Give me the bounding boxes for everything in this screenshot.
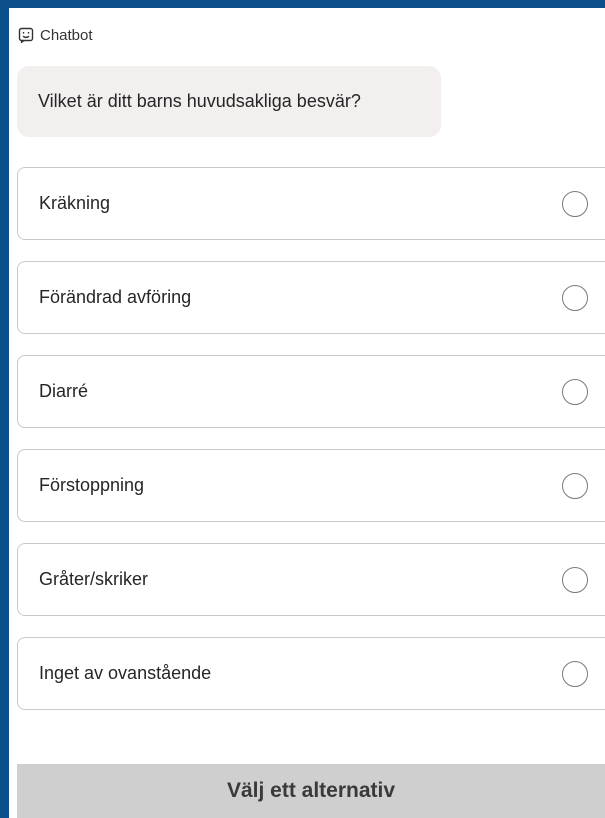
radio-button[interactable] xyxy=(562,378,588,405)
window-top-border xyxy=(0,0,605,8)
answer-options-list: Kräkning Förändrad avföring Diarré Först… xyxy=(17,167,605,731)
option-grater-skriker[interactable]: Gråter/skriker xyxy=(17,543,605,616)
chatbot-face-icon xyxy=(18,27,34,43)
option-label: Förändrad avföring xyxy=(39,287,192,307)
radio-button[interactable] xyxy=(562,566,588,593)
option-forstoppning[interactable]: Förstoppning xyxy=(17,449,605,522)
radio-button[interactable] xyxy=(562,284,588,311)
option-krakning[interactable]: Kräkning xyxy=(17,167,605,240)
chat-window: Chatbot Vilket är ditt barns huvudsaklig… xyxy=(0,0,605,818)
chat-header: Chatbot xyxy=(18,24,93,46)
submit-button[interactable]: Välj ett alternativ xyxy=(17,764,605,818)
chat-header-label: Chatbot xyxy=(40,26,93,44)
radio-button[interactable] xyxy=(562,472,588,499)
option-label: Förstoppning xyxy=(39,475,145,495)
window-left-border xyxy=(0,0,9,818)
bot-message-bubble: Vilket är ditt barns huvudsakliga besvär… xyxy=(17,66,441,137)
option-label: Diarré xyxy=(39,381,89,401)
option-label: Gråter/skriker xyxy=(39,569,149,589)
bot-message-text: Vilket är ditt barns huvudsakliga besvär… xyxy=(38,91,361,111)
option-diarre[interactable]: Diarré xyxy=(17,355,605,428)
option-forandrad-avforing[interactable]: Förändrad avföring xyxy=(17,261,605,334)
radio-button[interactable] xyxy=(562,190,588,217)
submit-button-label: Välj ett alternativ xyxy=(226,779,396,802)
option-label: Inget av ovanstående xyxy=(39,663,212,683)
option-label: Kräkning xyxy=(39,193,111,213)
radio-button[interactable] xyxy=(562,660,588,687)
option-inget-av-ovanstaende[interactable]: Inget av ovanstående xyxy=(17,637,605,710)
